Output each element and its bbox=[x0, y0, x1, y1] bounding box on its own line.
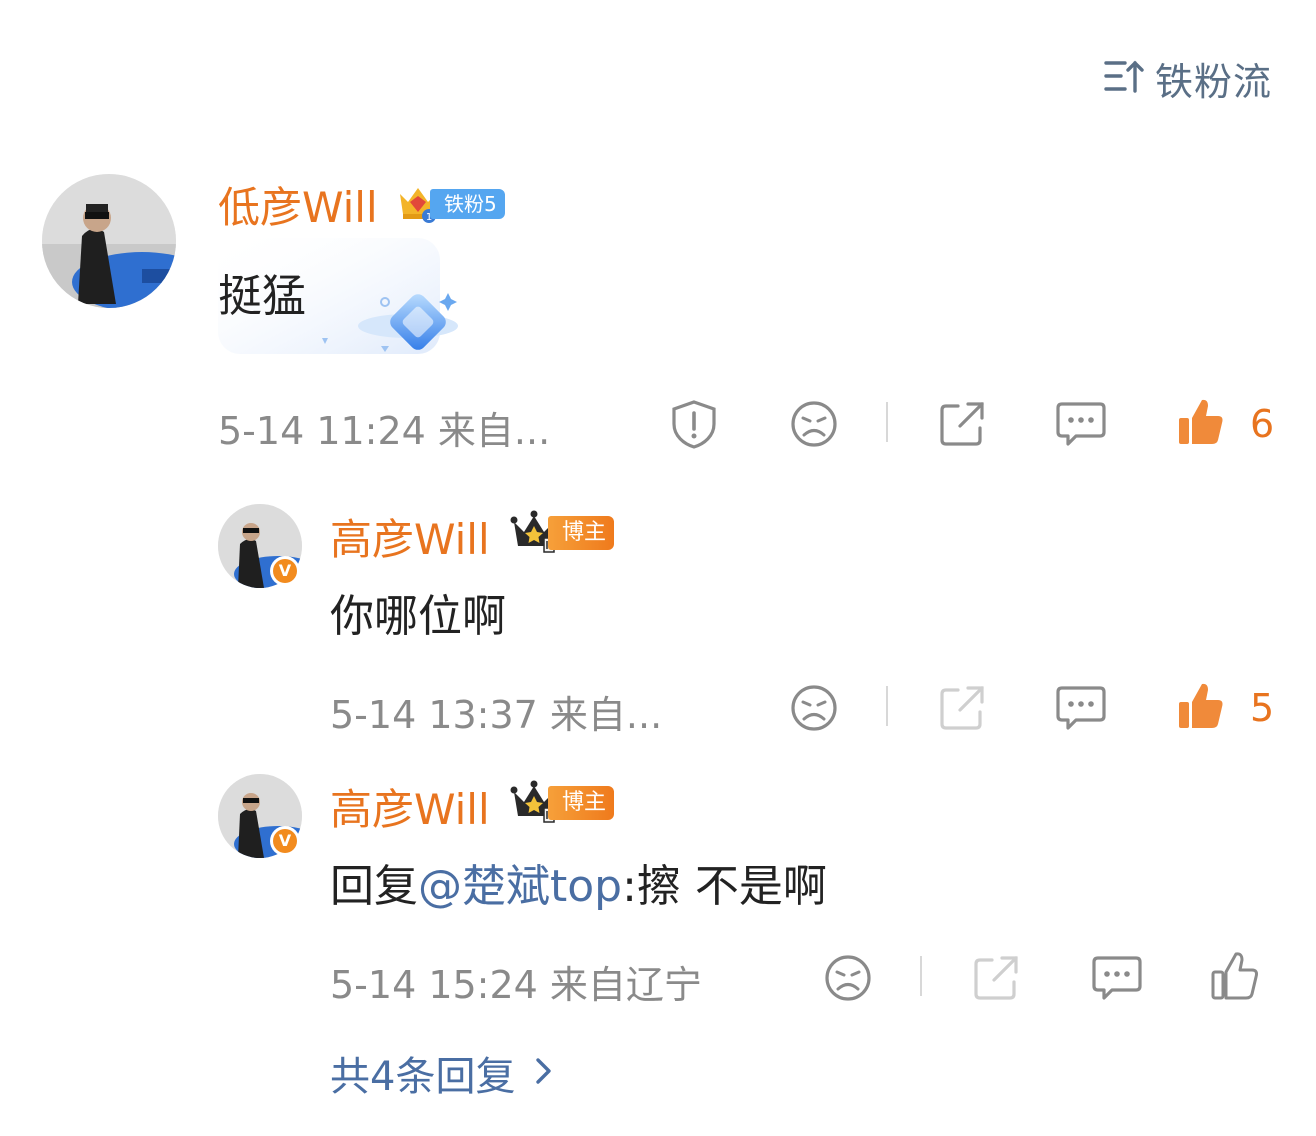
thumbs-up-icon[interactable] bbox=[1176, 680, 1226, 732]
reply-text: 回复@楚斌top:擦 不是啊 bbox=[330, 850, 827, 914]
divider bbox=[886, 686, 888, 726]
reply-username[interactable]: 高彦Will bbox=[330, 506, 490, 567]
share-icon bbox=[970, 952, 1022, 1004]
mention-link[interactable]: @楚斌top bbox=[418, 861, 622, 912]
share-icon[interactable] bbox=[936, 398, 988, 450]
sort-label: 铁粉流 bbox=[1154, 59, 1272, 104]
more-replies-link[interactable]: 共4条回复 bbox=[330, 1044, 555, 1102]
comment-icon[interactable] bbox=[1054, 682, 1108, 734]
share-icon bbox=[936, 682, 988, 734]
reply-meta: 5-14 15:24 来自辽宁 bbox=[330, 963, 702, 1007]
more-replies-label: 共4条回复 bbox=[330, 1054, 516, 1100]
dislike-face-icon[interactable] bbox=[788, 398, 840, 450]
host-badge-label: 博主 bbox=[548, 516, 615, 550]
dislike-face-icon[interactable] bbox=[788, 682, 840, 734]
report-icon[interactable] bbox=[668, 398, 720, 450]
host-badge-label: 博主 bbox=[548, 786, 615, 820]
verified-v-icon: V bbox=[270, 556, 300, 586]
thumbs-up-icon[interactable] bbox=[1210, 950, 1260, 1002]
verified-v-icon: V bbox=[270, 826, 300, 856]
fan-badge-label: 铁粉5 bbox=[430, 189, 505, 219]
reply-meta: 5-14 13:37 来自... bbox=[330, 693, 663, 737]
thumbs-up-icon[interactable] bbox=[1176, 396, 1226, 448]
reply-prefix: 回复 bbox=[330, 861, 418, 912]
comment-text: 挺猛 bbox=[218, 271, 306, 322]
fan-badge[interactable]: 1 铁粉5 bbox=[396, 180, 505, 228]
comment-bubble: 挺猛 bbox=[218, 238, 458, 356]
like-count: 5 bbox=[1250, 686, 1275, 730]
reply-text: 你哪位啊 bbox=[330, 591, 506, 642]
divider bbox=[920, 956, 922, 996]
avatar[interactable] bbox=[42, 174, 176, 308]
divider bbox=[886, 402, 888, 442]
comment-icon[interactable] bbox=[1090, 952, 1144, 1004]
chevron-right-icon bbox=[533, 1054, 555, 1092]
comment-icon[interactable] bbox=[1054, 398, 1108, 450]
sort-icon bbox=[1103, 55, 1145, 101]
sort-toggle[interactable]: 铁粉流 bbox=[1103, 52, 1272, 104]
dislike-face-icon[interactable] bbox=[822, 952, 874, 1004]
username[interactable]: 低彦Will bbox=[218, 174, 378, 235]
comment-meta: 5-14 11:24 来自... bbox=[218, 409, 551, 453]
host-badge[interactable]: 博主 bbox=[510, 508, 615, 558]
host-badge[interactable]: 博主 bbox=[510, 778, 615, 828]
reply-suffix: :擦 不是啊 bbox=[622, 861, 827, 912]
like-count: 6 bbox=[1250, 402, 1275, 446]
reply-username[interactable]: 高彦Will bbox=[330, 776, 490, 837]
